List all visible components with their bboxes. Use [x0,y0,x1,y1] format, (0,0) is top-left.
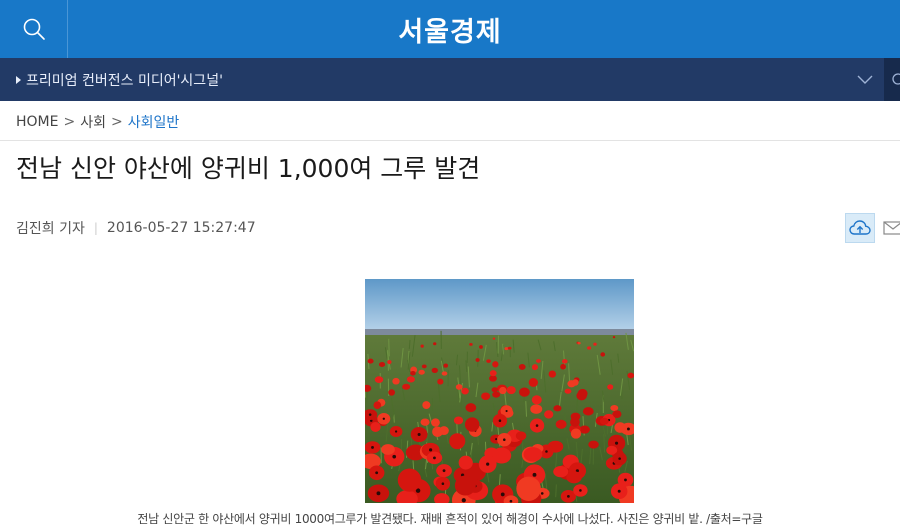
email-share-button[interactable] [878,213,900,243]
meta-separator: | [93,221,98,235]
site-logo[interactable]: 서울경제 [0,0,900,58]
breadcrumb-separator: > [110,114,123,130]
top-header: 서울경제 [0,0,900,58]
sub-nav-bar: 프리미엄 컨버전스 미디어'시그널' [0,58,900,101]
article-photo [365,279,634,503]
search-button[interactable] [0,0,68,58]
breadcrumb-separator: > [63,114,76,130]
signal-promo-label: 프리미엄 컨버전스 미디어'시그널' [26,72,223,89]
breadcrumb-divider [0,140,900,141]
breadcrumb-current[interactable]: 사회일반 [128,112,180,132]
breadcrumb-home[interactable]: HOME [16,114,58,130]
article-meta: 김진희 기자 | 2016-05-27 15:27:47 [16,217,256,239]
subnav-edge-button[interactable] [884,58,900,101]
subnav-expand-button[interactable] [846,58,884,101]
circle-icon [892,73,900,85]
cloud-upload-button[interactable] [845,213,875,243]
breadcrumb-section[interactable]: 사회 [80,112,106,132]
publish-datetime: 2016-05-27 15:27:47 [106,220,256,236]
photo-caption: 전남 신안군 한 야산에서 양귀비 1000여그루가 발견됐다. 재배 흔적이 … [137,512,763,526]
breadcrumb: HOME > 사회 > 사회일반 [16,111,179,133]
cloud-upload-icon [849,220,871,235]
article-title: 전남 신안 야산에 양귀비 1,000여 그루 발견 [16,154,481,183]
search-icon [23,18,45,40]
author-name[interactable]: 김진희 기자 [16,218,85,238]
signal-promo-link[interactable]: 프리미엄 컨버전스 미디어'시그널' [16,58,223,101]
mail-icon [883,221,900,235]
poppy-field-image [365,279,634,503]
triangle-bullet-icon [16,75,21,84]
chevron-down-icon [857,75,873,84]
